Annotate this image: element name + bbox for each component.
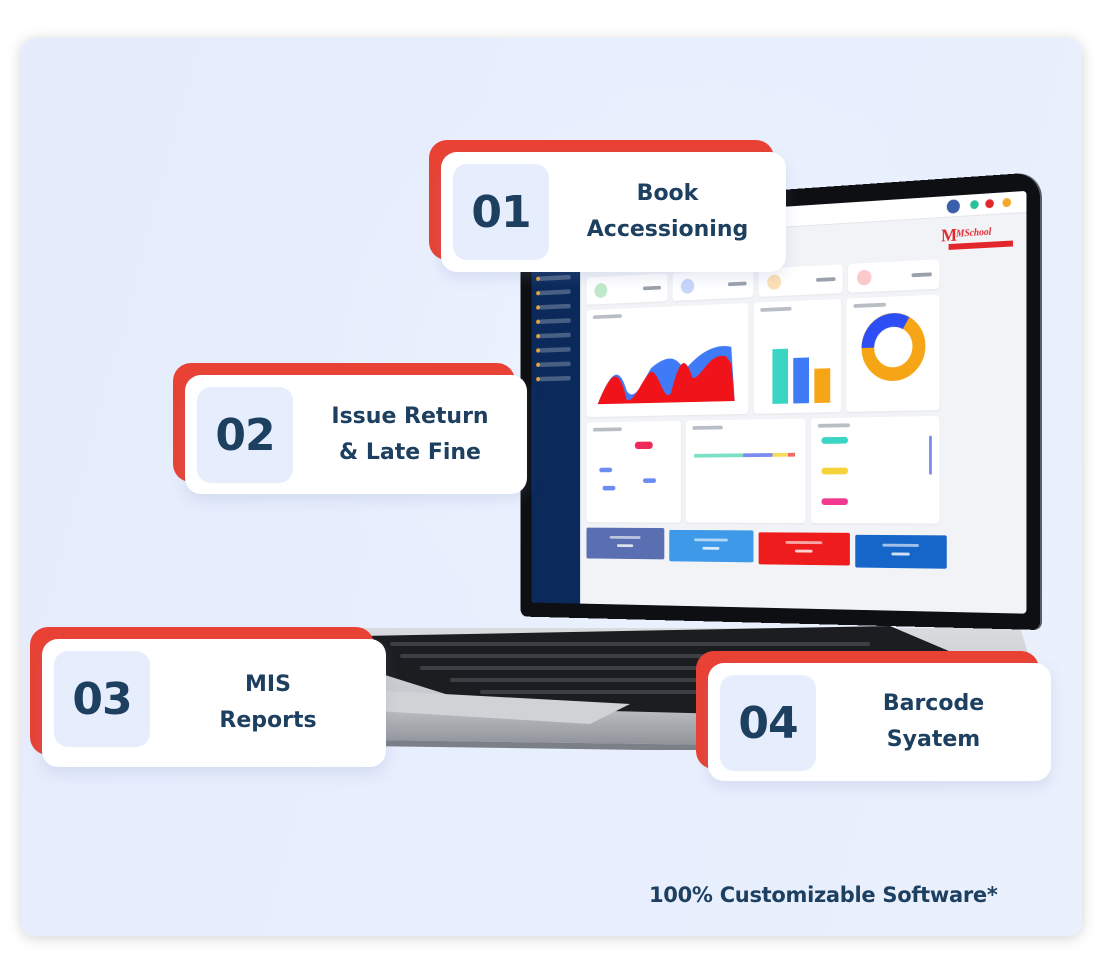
area-chart-widget: [586, 303, 749, 418]
stat-card: [586, 273, 668, 305]
dashboard-sidebar: [531, 220, 581, 604]
menu-item: [539, 347, 571, 353]
feature-number: 01: [453, 164, 549, 260]
stat-value: [911, 272, 932, 278]
feature-label-line-2: Syatem: [886, 727, 981, 752]
feature-label-line-2: Reports: [219, 708, 317, 733]
stat-value: [727, 281, 747, 287]
feature-label-line-1: Book: [636, 181, 699, 206]
progress-segment: [772, 452, 789, 457]
feature-label-line-2: & Late Fine: [339, 439, 481, 465]
customizable-tagline: 100% Customizable Software*: [649, 883, 998, 907]
message-icon: [985, 198, 994, 209]
notice-tag: [821, 498, 849, 505]
feature-number: 02: [197, 387, 293, 483]
bar: [772, 348, 789, 404]
feature-label: MIS Reports: [160, 639, 376, 767]
summary-tile: [758, 532, 850, 566]
feature-label: Issue Return & Late Fine: [303, 375, 517, 494]
mschool-logo: M MSchool: [941, 221, 1015, 253]
notice-board-widget: [810, 415, 940, 524]
feature-card-barcode-system: 04 Barcode Syatem: [696, 651, 1051, 781]
feature-label-line-2: Accessioning: [586, 217, 749, 242]
feature-number: 04: [720, 675, 816, 771]
progress-widget: [685, 418, 806, 524]
settings-icon: [1002, 197, 1012, 208]
widget-title: [592, 427, 622, 432]
menu-item: [539, 375, 571, 382]
stat-icon: [767, 274, 782, 290]
notice-tag: [821, 467, 849, 475]
stat-icon: [680, 278, 695, 295]
feature-label: Book Accessioning: [559, 152, 776, 272]
feature-label-line-1: MIS: [245, 672, 291, 697]
user-avatar: [946, 199, 960, 214]
bar: [793, 357, 810, 404]
calendar-event: [602, 485, 616, 491]
stat-card: [672, 268, 754, 301]
progress-segment: [694, 453, 744, 458]
progress-segment: [743, 453, 773, 458]
notice-tag: [821, 436, 849, 444]
feature-label-line-1: Barcode: [882, 691, 985, 716]
calendar-tab-active: [634, 441, 653, 450]
menu-item: [539, 274, 571, 282]
notification-icon: [970, 199, 979, 210]
summary-tile: [855, 534, 947, 569]
scrollbar: [929, 435, 932, 475]
feature-card-issue-return: 02 Issue Return & Late Fine: [173, 363, 527, 494]
menu-item: [539, 318, 571, 325]
area-chart: [597, 345, 735, 405]
donut-chart: [846, 294, 939, 411]
stat-card: [848, 259, 940, 293]
summary-tile: [669, 529, 754, 563]
bar: [814, 368, 831, 404]
donut-slice-blue: [868, 320, 906, 348]
feature-card-mis-reports: 03 MIS Reports: [30, 627, 386, 767]
stat-value: [642, 285, 661, 291]
card-body: 03 MIS Reports: [42, 639, 386, 767]
feature-label-line-1: Issue Return: [331, 403, 489, 429]
menu-item: [539, 289, 571, 296]
menu-item: [539, 361, 571, 368]
menu-item: [539, 332, 571, 339]
bar-chart-widget: [753, 298, 841, 414]
card-body: 02 Issue Return & Late Fine: [185, 375, 527, 494]
widget-title: [760, 306, 792, 312]
feature-card-book-accessioning: 01 Book Accessioning: [429, 140, 786, 272]
feature-number: 03: [54, 651, 150, 747]
logo-text: MSchool: [956, 226, 992, 240]
menu-item: [539, 303, 571, 310]
logo-tagline-bar: [948, 240, 1013, 250]
card-body: 04 Barcode Syatem: [708, 663, 1051, 781]
stat-icon: [857, 269, 872, 286]
calendar-widget: [586, 420, 681, 523]
progress-segment: [788, 452, 796, 457]
donut-chart-widget: [846, 294, 939, 412]
stat-icon: [594, 282, 608, 299]
stat-value: [816, 277, 836, 282]
widget-title: [692, 425, 723, 430]
calendar-event: [599, 467, 613, 473]
widget-title: [817, 423, 850, 428]
calendar-event: [642, 478, 657, 483]
summary-tile: [586, 527, 665, 560]
feature-label: Barcode Syatem: [826, 663, 1041, 781]
card-body: 01 Book Accessioning: [441, 152, 786, 272]
